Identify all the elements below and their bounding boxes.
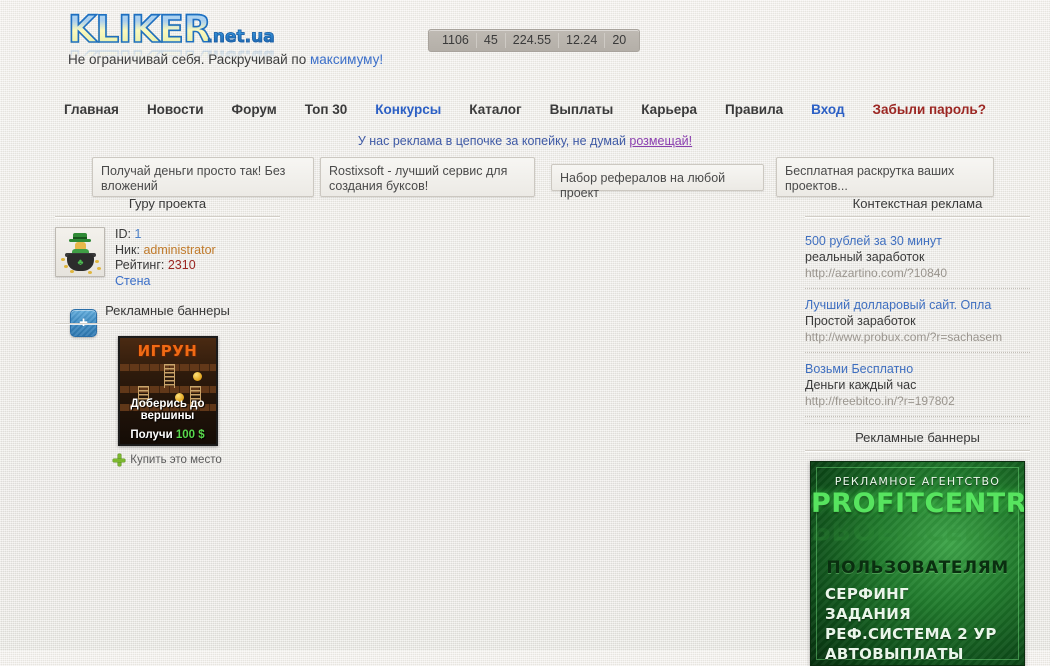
- counter-cell-1: 45: [477, 33, 506, 48]
- logo-tld: .net.ua: [206, 27, 275, 48]
- stats-counter: 1106 45 224.55 12.24 20: [428, 29, 641, 52]
- slogan-text: Не ограничивай себя. Раскручивай по: [68, 52, 310, 67]
- context-ad-1-desc: реальный заработок: [805, 250, 925, 264]
- igrun-get-amount: 100 $: [175, 429, 205, 441]
- nav-item-karyera[interactable]: Карьера: [627, 102, 711, 117]
- right-sidebar: Контекстная реклама 500 рублей за 30 мин…: [805, 196, 1030, 666]
- igrun-get-label: Получи: [130, 429, 173, 441]
- igrun-banner-reward: Получи 100 $: [120, 429, 216, 441]
- context-ad-2-desc: Простой заработок: [805, 314, 916, 328]
- coin-icon: [61, 258, 65, 261]
- guru-rating-label: Рейтинг:: [115, 258, 165, 272]
- left-banners-section-title: Рекламные баннеры: [55, 303, 280, 324]
- ad-box-2[interactable]: Rostixsoft - лучший сервис для создания …: [320, 157, 535, 197]
- slogan-highlight: максимуму!: [310, 52, 384, 67]
- plus-icon: [113, 454, 126, 466]
- main-navigation: Главная Новости Форум Топ 30 Конкурсы Ка…: [0, 94, 1050, 124]
- nav-item-top30[interactable]: Топ 30: [291, 102, 362, 117]
- left-sidebar: Гуру проекта ♣ ID: 1 Ник: administrator …: [55, 196, 280, 466]
- site-header: KLIKER.net.ua KLIKER.net.ua Не ограничив…: [0, 0, 1050, 92]
- nav-item-novosti[interactable]: Новости: [133, 102, 218, 117]
- igrun-banner[interactable]: ИГРУН Доберись до вершины Получи 100 $: [117, 336, 218, 446]
- igrun-banner-title: ИГРУН: [137, 342, 198, 360]
- counter-cell-0: 1106: [435, 33, 477, 48]
- context-ad-1-url: http://azartino.com/?10840: [805, 266, 948, 280]
- profitcentr-agency-label: РЕКЛАМНОЕ АГЕНТСТВО: [834, 475, 1001, 488]
- context-ad-3-desc: Деньги каждый час: [805, 378, 917, 392]
- profitcentr-feature-1: ЗАДАНИЯ: [825, 605, 911, 623]
- nav-item-vyplaty[interactable]: Выплаты: [536, 102, 628, 117]
- guru-id-row: ID: 1: [115, 227, 216, 243]
- nav-item-login[interactable]: Вход: [797, 102, 858, 117]
- coin-icon: [64, 265, 68, 268]
- page-root: KLIKER.net.ua KLIKER.net.ua Не ограничив…: [0, 0, 1050, 666]
- logo-text: KLIKER.net.ua: [67, 8, 368, 57]
- nav-item-konkursy[interactable]: Конкурсы: [361, 102, 455, 117]
- igrun-banner-caption: Доберись до вершины: [120, 398, 216, 422]
- site-logo[interactable]: KLIKER.net.ua KLIKER.net.ua: [67, 8, 368, 59]
- nav-item-pravila[interactable]: Правила: [711, 102, 797, 117]
- guru-id-label: ID:: [115, 227, 131, 241]
- guru-rating-row: Рейтинг: 2310: [115, 258, 216, 274]
- profitcentr-feature-0: СЕРФИНГ: [825, 585, 909, 603]
- coin-icon: [97, 267, 101, 270]
- context-ad-3-url: http://freebitco.in/?r=197802: [805, 394, 955, 408]
- avatar[interactable]: ♣: [55, 227, 105, 277]
- nav-item-forgot-password[interactable]: Забыли пароль?: [859, 102, 1000, 117]
- counter-cell-2: 224.55: [506, 33, 560, 48]
- igrun-caption-line2: вершины: [140, 410, 195, 422]
- guru-nick-value[interactable]: administrator: [143, 243, 215, 257]
- ad-headline-link[interactable]: розмещай!: [629, 134, 692, 148]
- guru-nick-row: Ник: administrator: [115, 243, 216, 259]
- logo-main: KLIKER: [67, 8, 212, 51]
- profitcentr-feature-list: СЕРФИНГ ЗАДАНИЯ РЕФ.СИСТЕМА 2 УР АВТОВЫП…: [825, 584, 1014, 665]
- ad-box-3[interactable]: Набор рефералов на любой проект: [551, 164, 764, 200]
- nav-item-forum[interactable]: Форум: [218, 102, 291, 117]
- context-ads-section-title: Контекстная реклама: [805, 196, 1030, 217]
- context-ad-3-title[interactable]: Возьми Бесплатно: [805, 361, 1030, 377]
- guru-wall-link[interactable]: Стена: [115, 274, 150, 288]
- context-ad-2-url: http://www.probux.com/?r=sachasem: [805, 330, 1003, 344]
- nav-item-glavnaya[interactable]: Главная: [50, 102, 133, 117]
- guru-section-title: Гуру проекта: [55, 196, 280, 217]
- context-ad-2[interactable]: Лучший долларовый сайт. Опла Простой зар…: [805, 289, 1030, 353]
- buy-this-place-label: Купить это место: [130, 454, 222, 466]
- coin-icon: [192, 372, 202, 381]
- coin-icon: [88, 271, 92, 274]
- context-ad-3[interactable]: Возьми Бесплатно Деньги каждый час http:…: [805, 353, 1030, 417]
- counter-cell-4: 20: [612, 33, 627, 47]
- right-banners-section-title: Рекламные баннеры: [805, 423, 1030, 451]
- context-ad-1[interactable]: 500 рублей за 30 минут реальный заработо…: [805, 225, 1030, 289]
- ad-strip-headline: У нас реклама в цепочке за копейку, не д…: [0, 134, 1050, 148]
- guru-id-value: 1: [134, 227, 142, 241]
- ad-box-4[interactable]: Бесплатная раскрутка ваших проектов...: [776, 157, 994, 197]
- buy-this-place-link[interactable]: Купить это место: [55, 454, 280, 466]
- coin-icon: [70, 270, 74, 273]
- ad-headline-text: У нас реклама в цепочке за копейку, не д…: [357, 134, 630, 148]
- ladder-icon: [163, 364, 175, 388]
- site-slogan: Не ограничивай себя. Раскручивай по макс…: [68, 52, 383, 67]
- guru-user-info: ID: 1 Ник: administrator Рейтинг: 2310 С…: [115, 227, 216, 289]
- profitcentr-banner[interactable]: РЕКЛАМНОЕ АГЕНТСТВО PROFITCENTR PROFITCE…: [810, 461, 1025, 666]
- profitcentr-users-heading: ПОЛЬЗОВАТЕЛЯМ: [826, 558, 1009, 578]
- guru-wall-row: Стена: [115, 274, 216, 290]
- guru-rating-value: 2310: [167, 258, 196, 272]
- coin-icon: [95, 260, 99, 263]
- guru-user-card[interactable]: ♣ ID: 1 Ник: administrator Рейтинг: 2310…: [55, 227, 280, 289]
- guru-nick-label: Ник:: [115, 242, 140, 257]
- nav-item-katalog[interactable]: Каталог: [455, 102, 535, 117]
- profitcentr-feature-2: РЕФ.СИСТЕМА 2 УР: [825, 625, 997, 643]
- context-ad-1-title[interactable]: 500 рублей за 30 минут: [805, 233, 1030, 249]
- profitcentr-feature-3: АВТОВЫПЛАТЫ: [825, 645, 964, 663]
- profitcentr-name-reflection: PROFITCENTR: [811, 514, 1025, 545]
- clover-icon: ♣: [77, 257, 84, 267]
- counter-cell-3: 12.24: [559, 33, 606, 48]
- context-ad-2-title[interactable]: Лучший долларовый сайт. Опла: [805, 297, 1030, 313]
- ad-box-1[interactable]: Получай деньги просто так! Без вложений: [92, 157, 314, 197]
- igrun-caption-line1: Доберись до: [130, 398, 205, 410]
